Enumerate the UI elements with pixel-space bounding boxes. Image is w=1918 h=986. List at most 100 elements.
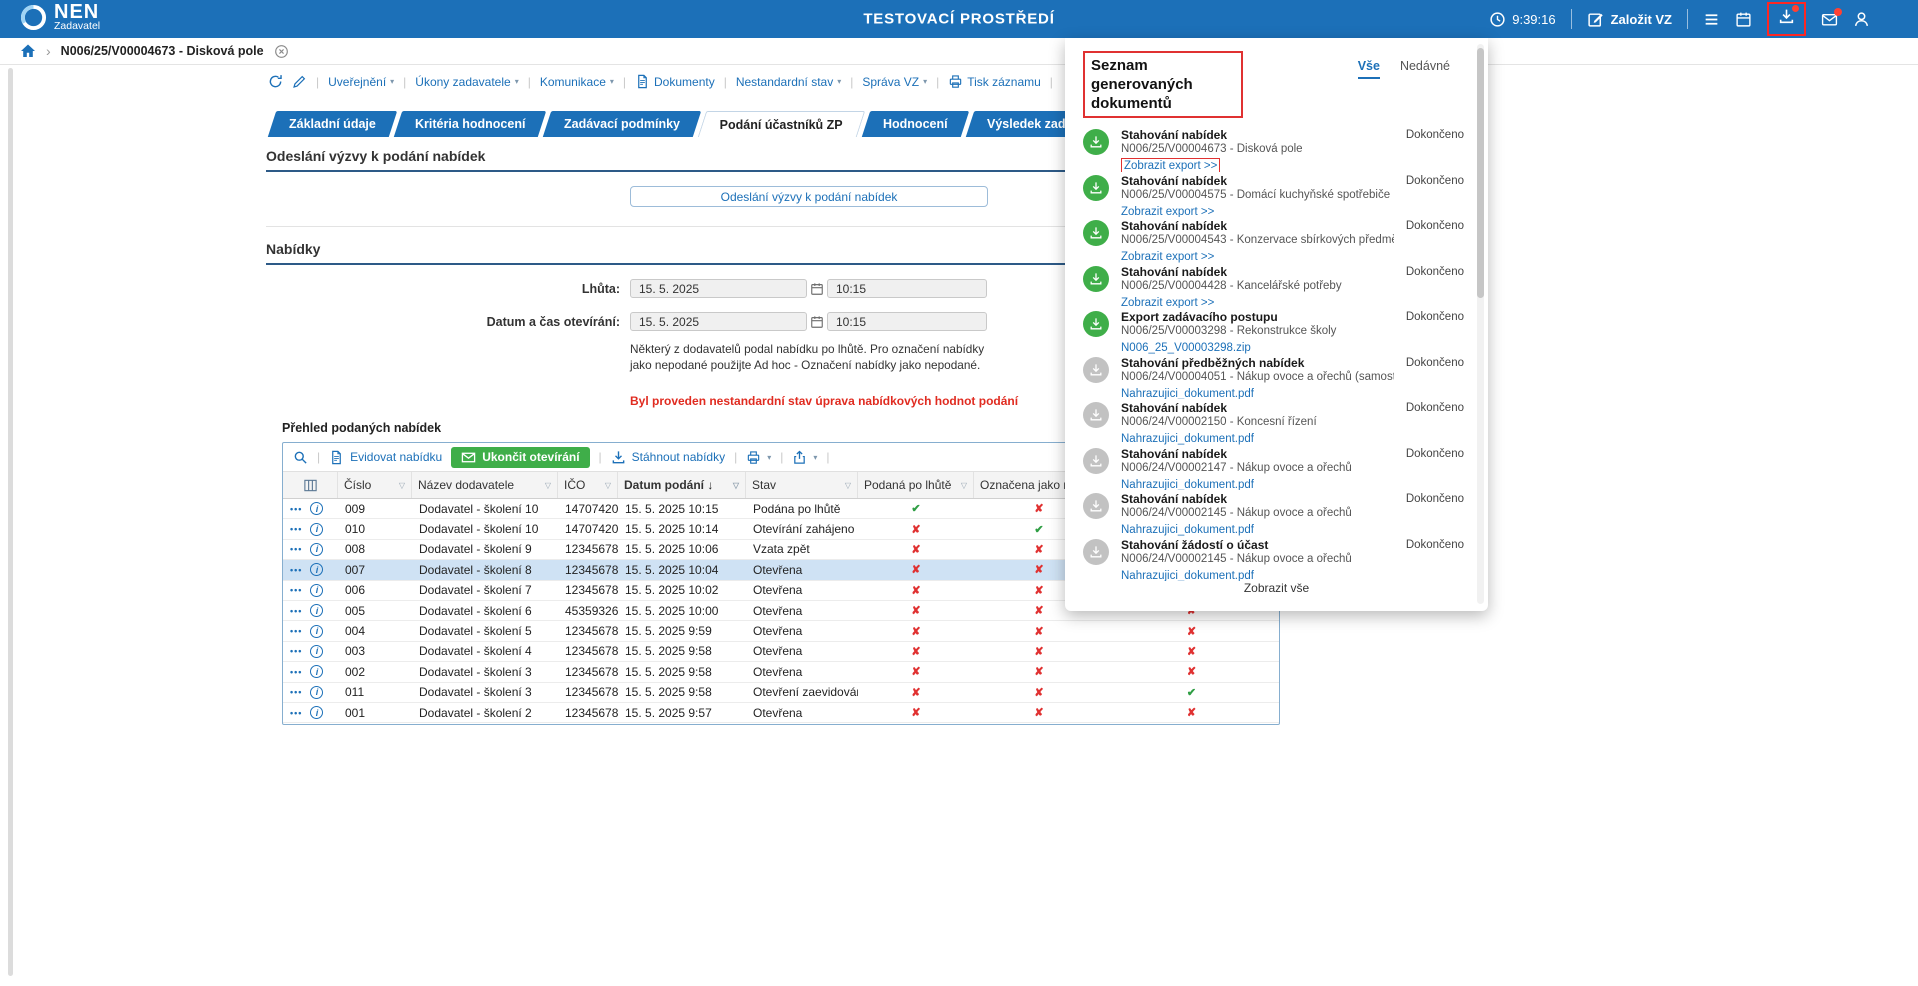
- zobrazit-vse-link[interactable]: Zobrazit vše: [1065, 581, 1488, 595]
- row-info-icon[interactable]: i: [310, 523, 323, 536]
- row-menu-icon[interactable]: •••: [290, 504, 302, 514]
- download-item-link[interactable]: Zobrazit export >>: [1121, 205, 1214, 218]
- close-record-icon[interactable]: [274, 44, 289, 59]
- refresh-icon[interactable]: [268, 74, 283, 89]
- table-row[interactable]: ••• i 003 Dodavatel - školení 4 12345678…: [283, 642, 1279, 662]
- menu-uverejneni[interactable]: Uveřejnění▾: [328, 75, 394, 89]
- tab-hodnoceni[interactable]: Hodnocení: [862, 111, 969, 137]
- table-settings-icon[interactable]: [303, 478, 318, 493]
- lhuta-date-field[interactable]: 15. 5. 2025: [630, 279, 807, 298]
- panel-scrollbar-thumb[interactable]: [1477, 48, 1484, 298]
- row-menu-icon[interactable]: •••: [290, 606, 302, 616]
- menu-nestandardni-stav[interactable]: Nestandardní stav▾: [736, 75, 841, 89]
- download-item-link[interactable]: Zobrazit export >>: [1121, 296, 1214, 309]
- download-item[interactable]: Stahování nabídek N006/24/V00002147 - Ná…: [1083, 445, 1464, 491]
- filter-icon[interactable]: ▽: [399, 481, 405, 490]
- download-item[interactable]: Export zadávacího postupu N006/25/V00003…: [1083, 308, 1464, 354]
- filter-icon[interactable]: ▽: [961, 481, 967, 490]
- export-button[interactable]: ▾: [792, 450, 817, 465]
- row-info-icon[interactable]: i: [310, 543, 323, 556]
- print-button[interactable]: ▾: [746, 450, 771, 465]
- messages-button[interactable]: [1821, 11, 1838, 28]
- download-item-link[interactable]: Zobrazit export >>: [1121, 250, 1214, 263]
- column-header-podana-po-lhute[interactable]: Podaná po lhůtě▽: [858, 472, 974, 498]
- search-icon[interactable]: [293, 450, 308, 465]
- odeslani-vyzvy-button[interactable]: Odeslání výzvy k podání nabídek: [630, 186, 988, 207]
- oteviranie-date-field[interactable]: 15. 5. 2025: [630, 312, 807, 331]
- download-item[interactable]: Stahování nabídek N006/24/V00002150 - Ko…: [1083, 399, 1464, 445]
- row-menu-icon[interactable]: •••: [290, 626, 302, 636]
- row-info-icon[interactable]: i: [310, 686, 323, 699]
- row-info-icon[interactable]: i: [310, 665, 323, 678]
- row-menu-icon[interactable]: •••: [290, 667, 302, 677]
- download-item-link[interactable]: Nahrazujici_dokument.pdf: [1121, 432, 1254, 445]
- menu-komunikace[interactable]: Komunikace▾: [540, 75, 614, 89]
- row-info-icon[interactable]: i: [310, 625, 323, 638]
- generated-documents-button[interactable]: [1767, 2, 1806, 36]
- filter-icon[interactable]: ▽: [605, 481, 611, 490]
- profile-icon[interactable]: [1853, 11, 1870, 28]
- download-item[interactable]: Stahování nabídek N006/25/V00004575 - Do…: [1083, 172, 1464, 218]
- row-info-icon[interactable]: i: [310, 502, 323, 515]
- panel-scrollbar[interactable]: [1477, 44, 1484, 604]
- tab-vse[interactable]: Vše: [1358, 59, 1380, 79]
- row-info-icon[interactable]: i: [310, 706, 323, 719]
- row-menu-icon[interactable]: •••: [290, 565, 302, 575]
- download-item-link[interactable]: Nahrazujici_dokument.pdf: [1121, 569, 1254, 582]
- row-info-icon[interactable]: i: [310, 563, 323, 576]
- column-header-ico[interactable]: IČO▽: [558, 472, 618, 498]
- left-scroll-strip[interactable]: [8, 68, 13, 976]
- edit-icon[interactable]: [292, 74, 307, 89]
- row-menu-icon[interactable]: •••: [290, 544, 302, 554]
- download-item[interactable]: Stahování nabídek N006/25/V00004673 - Di…: [1083, 126, 1464, 172]
- home-icon[interactable]: [20, 43, 36, 59]
- filter-icon[interactable]: ▽: [545, 481, 551, 490]
- table-row[interactable]: ••• i 004 Dodavatel - školení 5 12345678…: [283, 621, 1279, 641]
- create-vz-button[interactable]: Založit VZ: [1587, 11, 1672, 28]
- tab-zadavaci-podminky[interactable]: Zadávací podmínky: [543, 111, 701, 137]
- oteviranie-time-field[interactable]: 10:15: [827, 312, 987, 331]
- ukoncit-otevirani-button[interactable]: Ukončit otevírání: [451, 447, 589, 468]
- table-row[interactable]: ••• i 011 Dodavatel - školení 3 12345678…: [283, 683, 1279, 703]
- row-info-icon[interactable]: i: [310, 584, 323, 597]
- tab-podani-ucastniku-zp[interactable]: Podání účastníků ZP: [698, 111, 865, 137]
- menu-dokumenty[interactable]: Dokumenty: [635, 74, 715, 89]
- tab-kriteria-hodnoceni[interactable]: Kritéria hodnocení: [394, 111, 547, 137]
- lhuta-time-field[interactable]: 10:15: [827, 279, 987, 298]
- stahnout-nabidky-button[interactable]: Stáhnout nabídky: [611, 450, 725, 465]
- tab-zakladni-udaje[interactable]: Základní údaje: [268, 111, 397, 137]
- tab-nedavne[interactable]: Nedávné: [1400, 59, 1450, 79]
- table-row[interactable]: ••• i 001 Dodavatel - školení 2 12345678…: [283, 703, 1279, 723]
- calendar-picker-icon[interactable]: [810, 315, 824, 329]
- row-menu-icon[interactable]: •••: [290, 708, 302, 718]
- filter-icon[interactable]: ▽: [733, 481, 739, 490]
- row-menu-icon[interactable]: •••: [290, 687, 302, 697]
- menu-sprava-vz[interactable]: Správa VZ▾: [862, 75, 927, 89]
- row-menu-icon[interactable]: •••: [290, 646, 302, 656]
- download-item-link[interactable]: Nahrazujici_dokument.pdf: [1121, 523, 1254, 536]
- nen-logo[interactable]: NEN Zadavatel: [20, 3, 100, 32]
- column-header-cislo[interactable]: Číslo▽: [338, 472, 412, 498]
- download-item[interactable]: Stahování žádostí o účast N006/24/V00002…: [1083, 536, 1464, 582]
- column-header-settings[interactable]: [283, 472, 338, 498]
- menu-tisk-zaznamu[interactable]: Tisk záznamu: [948, 74, 1041, 89]
- row-menu-icon[interactable]: •••: [290, 585, 302, 595]
- download-item[interactable]: Stahování nabídek N006/25/V00004543 - Ko…: [1083, 217, 1464, 263]
- calendar-icon[interactable]: [1735, 11, 1752, 28]
- column-header-datum-podani[interactable]: Datum podání ↓▽: [618, 472, 746, 498]
- row-menu-icon[interactable]: •••: [290, 524, 302, 534]
- download-item[interactable]: Stahování nabídek N006/24/V00002145 - Ná…: [1083, 490, 1464, 536]
- row-info-icon[interactable]: i: [310, 645, 323, 658]
- download-item[interactable]: Stahování nabídek N006/25/V00004428 - Ka…: [1083, 263, 1464, 309]
- download-item-link[interactable]: Nahrazujici_dokument.pdf: [1121, 387, 1254, 400]
- download-item-link[interactable]: Zobrazit export >>: [1121, 158, 1220, 172]
- row-info-icon[interactable]: i: [310, 604, 323, 617]
- evidovat-nabidku-button[interactable]: Evidovat nabídku: [329, 450, 442, 465]
- hamburger-menu-icon[interactable]: [1703, 11, 1720, 28]
- download-item-link[interactable]: N006_25_V00003298.zip: [1121, 341, 1251, 354]
- calendar-picker-icon[interactable]: [810, 282, 824, 296]
- download-item[interactable]: Stahování předběžných nabídek N006/24/V0…: [1083, 354, 1464, 400]
- breadcrumb[interactable]: N006/25/V00004673 - Disková pole: [61, 44, 264, 58]
- column-header-stav[interactable]: Stav▽: [746, 472, 858, 498]
- download-item-link[interactable]: Nahrazujici_dokument.pdf: [1121, 478, 1254, 491]
